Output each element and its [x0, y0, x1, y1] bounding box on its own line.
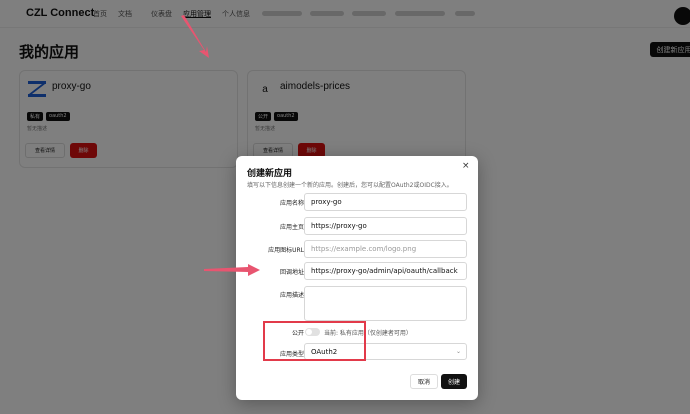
field-label: 回调地址	[279, 269, 304, 276]
form-row-homepage: 应用主页 https://proxy-go	[236, 217, 478, 235]
form-row-callback: 回调地址 https://proxy-go/admin/api/oauth/ca…	[236, 262, 478, 280]
create-app-dialog: 创建新应用 填写以下信息创建一个新的应用。创建后，您可以配置OAuth2或OID…	[236, 156, 478, 400]
close-icon[interactable]: ×	[462, 161, 470, 171]
callback-url-input[interactable]: https://proxy-go/admin/api/oauth/callbac…	[304, 262, 467, 280]
field-label: 应用图标URL	[268, 247, 304, 254]
homepage-input[interactable]: https://proxy-go	[304, 217, 467, 235]
annotation-arrow-icon	[181, 15, 209, 58]
annotation-arrow-icon	[204, 264, 260, 276]
annotation-highlight-box	[263, 321, 366, 361]
icon-url-input[interactable]: https://example.com/logo.png	[304, 240, 467, 258]
submit-create-button[interactable]: 创建	[441, 374, 467, 389]
field-label: 应用主页	[279, 224, 304, 231]
app-name-input[interactable]: proxy-go	[304, 193, 467, 211]
chevron-down-icon: ⌄	[455, 348, 461, 355]
cancel-button[interactable]: 取消	[410, 374, 438, 389]
description-textarea[interactable]	[304, 286, 467, 321]
form-row-icon-url: 应用图标URL https://example.com/logo.png	[236, 240, 478, 258]
field-label: 应用描述	[279, 292, 304, 299]
dialog-subtitle: 填写以下信息创建一个新的应用。创建后，您可以配置OAuth2或OIDC接入。	[247, 182, 453, 189]
field-label: 应用名称	[279, 200, 304, 207]
form-row-name: 应用名称 proxy-go	[236, 193, 478, 211]
dialog-title: 创建新应用	[247, 169, 293, 179]
